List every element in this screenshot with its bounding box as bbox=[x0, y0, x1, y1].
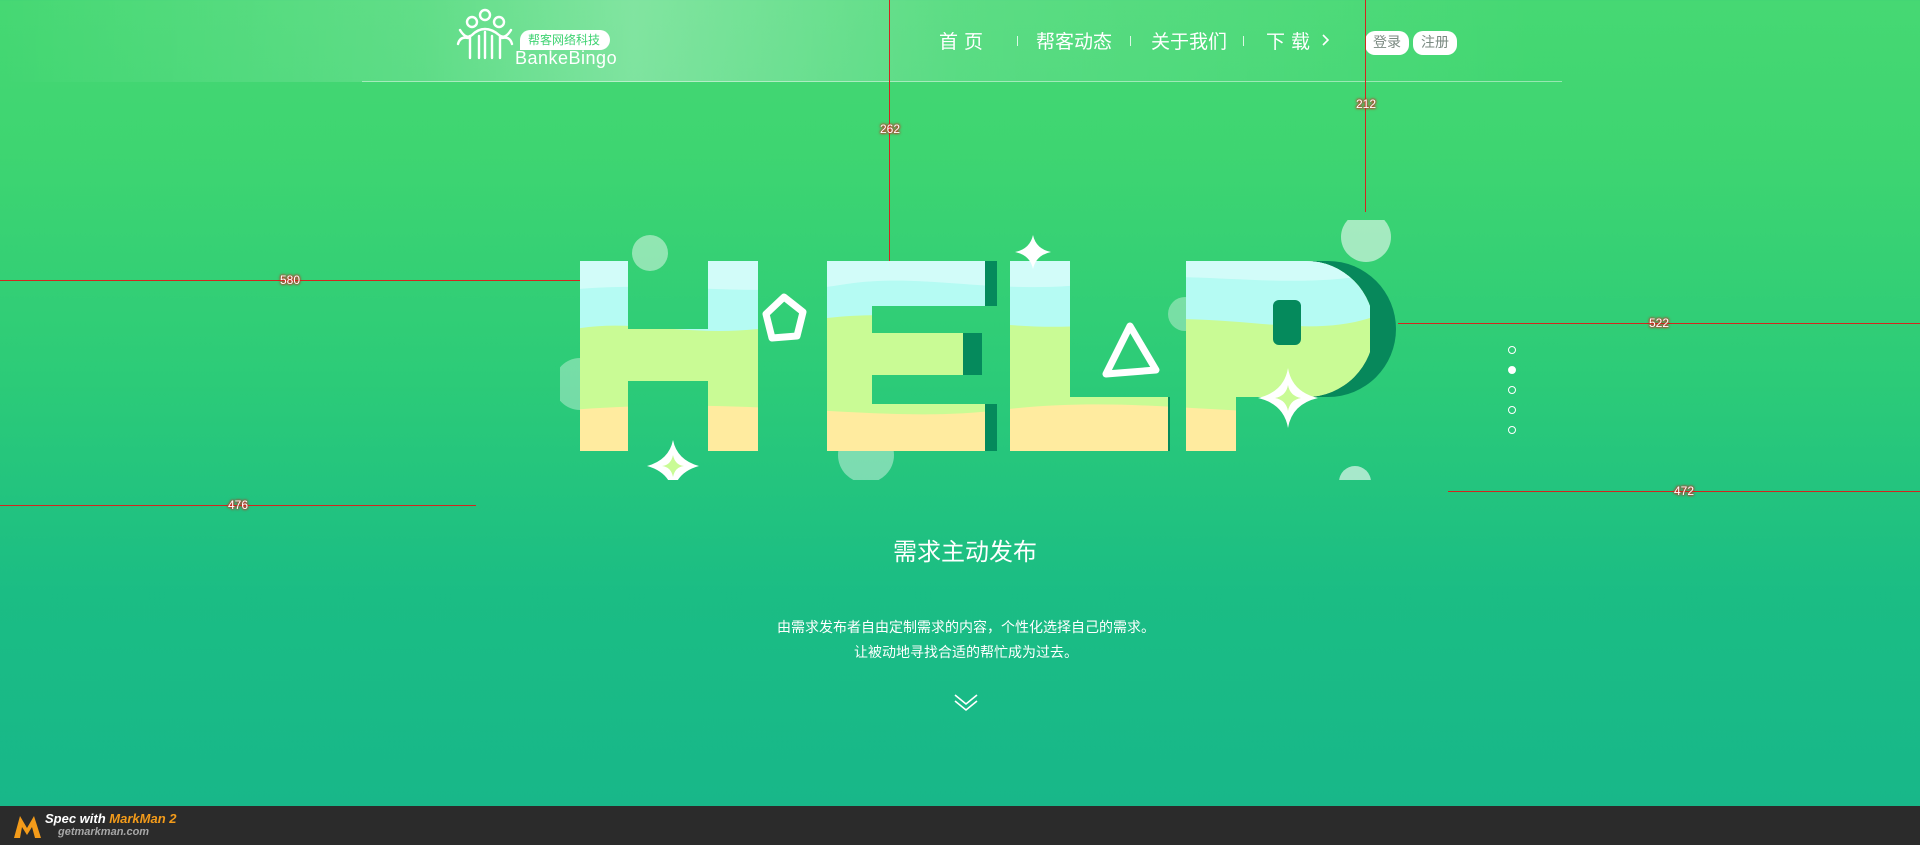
markman-footer bbox=[0, 806, 1920, 845]
header-divider bbox=[362, 81, 1562, 82]
nav-home-label[interactable]: 首 页 bbox=[939, 27, 983, 54]
markman-url[interactable]: getmarkman.com bbox=[58, 826, 149, 838]
measure-label: 476 bbox=[227, 498, 249, 512]
nav-download[interactable]: 下 载 bbox=[1266, 27, 1332, 53]
hero-description-line-2: 让被动地寻找合适的帮忙成为过去。 bbox=[854, 645, 1078, 661]
logo-tagline: 帮客网络科技 bbox=[520, 30, 611, 50]
chevron-right-icon bbox=[1322, 34, 1330, 46]
help-illustration bbox=[560, 220, 1396, 480]
measure-label: 262 bbox=[879, 122, 901, 136]
pagination-dot[interactable] bbox=[1508, 406, 1516, 414]
pagination bbox=[1508, 346, 1520, 446]
nav-separator bbox=[1130, 36, 1131, 46]
measure-label: 212 bbox=[1355, 97, 1377, 111]
nav-separator bbox=[1243, 36, 1244, 46]
markman-logo-icon bbox=[14, 816, 41, 838]
hero-description-line-1: 由需求发布者自由定制需求的内容，个性化选择自己的需求。 bbox=[777, 620, 1155, 636]
pagination-dot[interactable] bbox=[1508, 386, 1516, 394]
pagination-dot[interactable] bbox=[1508, 426, 1516, 434]
nav-news[interactable]: 帮客动态 bbox=[1036, 27, 1112, 53]
measure-label: 522 bbox=[1648, 316, 1670, 330]
nav-about-label[interactable]: 关于我们 bbox=[1151, 27, 1227, 54]
logo-wordmark: BankeBingo bbox=[515, 48, 618, 68]
nav-home[interactable]: 首 页 bbox=[939, 27, 983, 53]
nav-about[interactable]: 关于我们 bbox=[1151, 27, 1227, 53]
measure-label: 472 bbox=[1673, 484, 1695, 498]
pagination-dot[interactable] bbox=[1508, 346, 1516, 354]
nav-separator bbox=[1017, 36, 1018, 46]
register-button[interactable]: 注册 bbox=[1413, 31, 1457, 55]
hero-headline: 需求主动发布 bbox=[893, 538, 1037, 566]
nav-news-label[interactable]: 帮客动态 bbox=[1036, 27, 1112, 54]
login-button[interactable]: 登录 bbox=[1365, 31, 1409, 55]
markman-spec-text: Spec with MarkMan 2 bbox=[45, 811, 177, 826]
measure-label: 580 bbox=[279, 273, 301, 287]
nav-download-label[interactable]: 下 载 bbox=[1266, 27, 1310, 54]
markman-brand: MarkMan 2 bbox=[109, 811, 177, 826]
scroll-down-icon[interactable] bbox=[953, 692, 979, 712]
pagination-dot-active[interactable] bbox=[1508, 366, 1516, 374]
markman-spec-prefix: Spec with bbox=[45, 811, 110, 826]
